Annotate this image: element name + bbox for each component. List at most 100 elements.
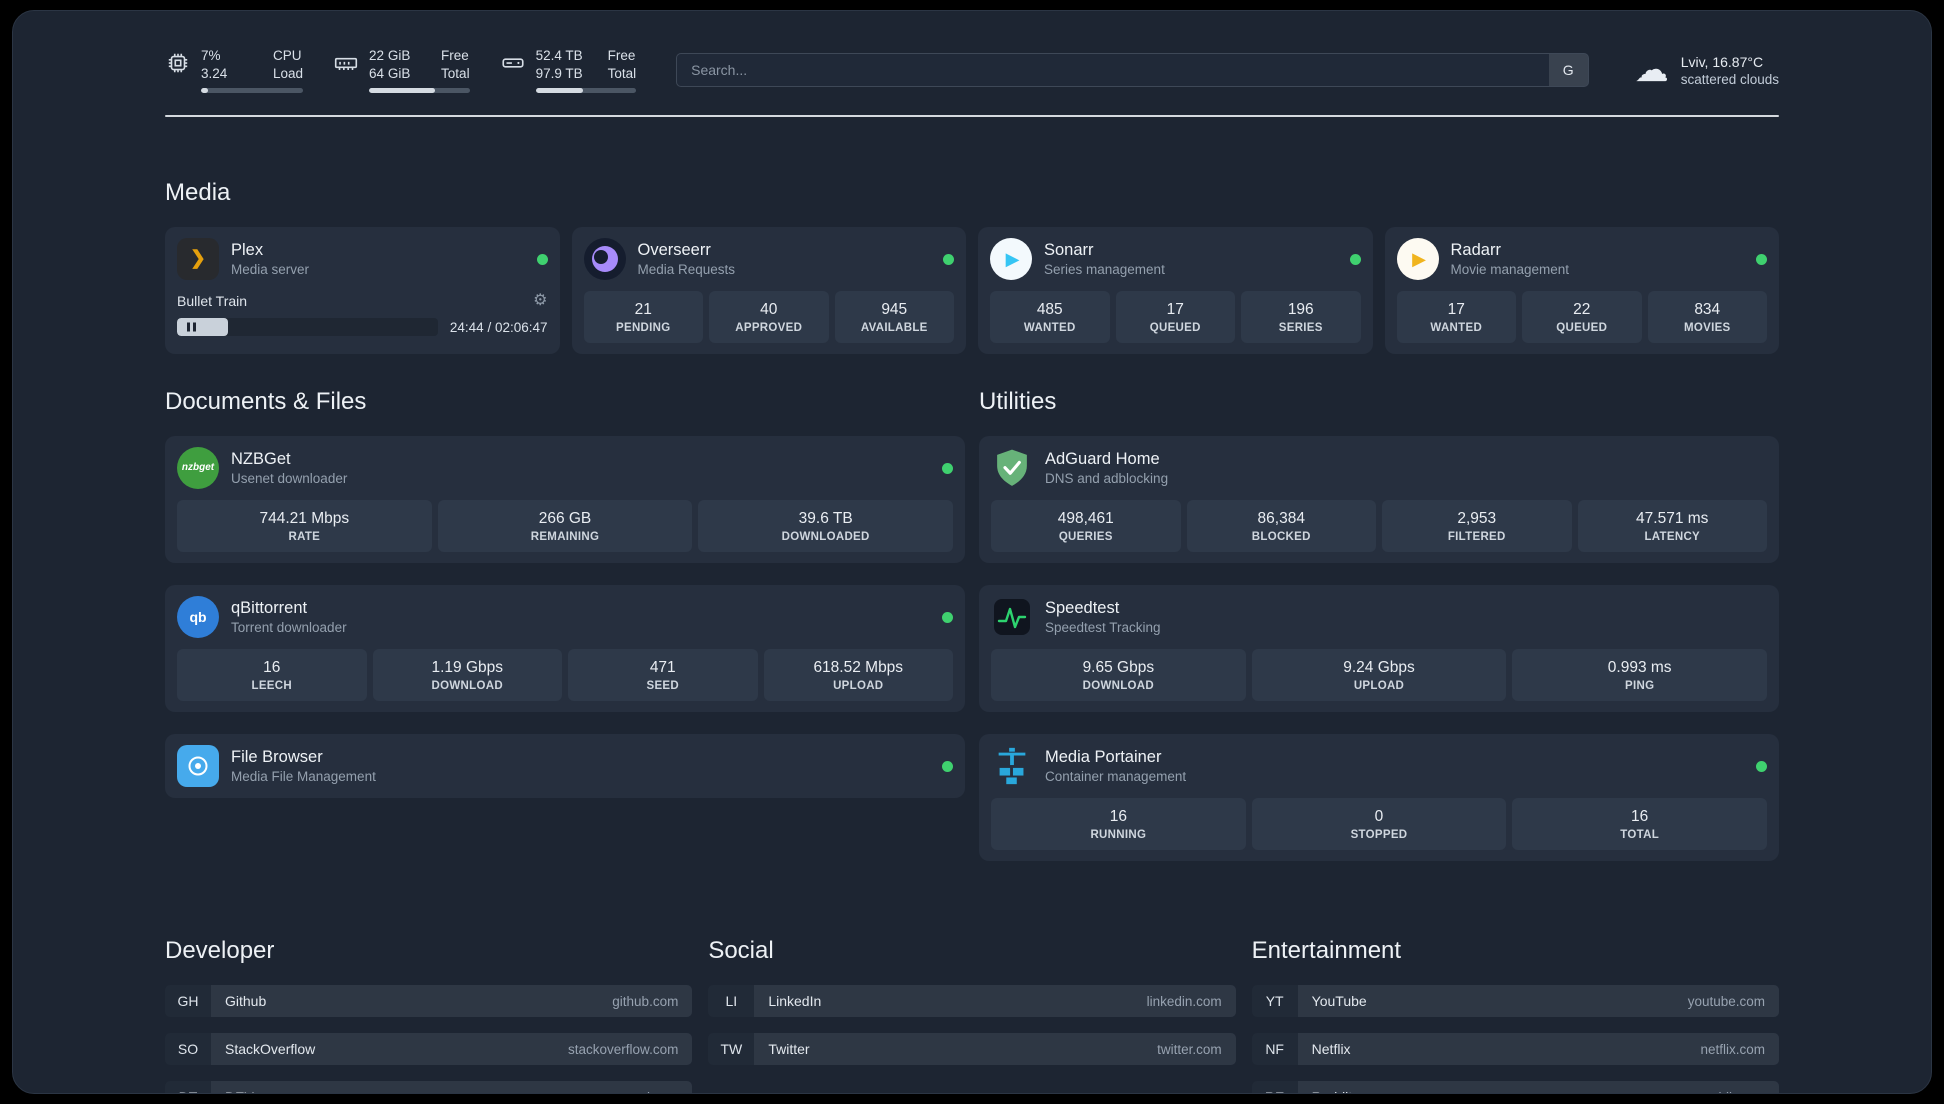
service-card-filebrowser[interactable]: File Browser Media File Management — [165, 734, 965, 799]
cpu-usage-bar — [201, 88, 304, 94]
playback-time: 24:44 / 02:06:47 — [449, 319, 548, 335]
stat-tile: 0 STOPPED — [1251, 798, 1507, 851]
service-title: qBittorrent — [231, 599, 308, 618]
stat-tile: 86,384 BLOCKED — [1186, 500, 1376, 553]
service-title: Radarr — [1450, 241, 1501, 260]
search-input[interactable] — [676, 53, 1549, 88]
memory-widget: 22 GiB Free 64 GiB Total — [333, 47, 470, 94]
cpu-load-label: Load — [273, 66, 304, 82]
nzbget-icon: nzbget — [177, 447, 219, 490]
bookmark-reddit[interactable]: RE Reddit reddit.com — [1251, 1081, 1779, 1093]
bookmark-url: youtube.com — [1687, 993, 1765, 1009]
service-card-radarr[interactable]: ▶ Radarr Movie management 17 WANTED 22 QUE… — [1384, 227, 1779, 355]
stat-tile: 471 SEED — [568, 649, 758, 702]
section-heading-social: Social — [708, 937, 774, 965]
stat-tile: 39.6 TB DOWNLOADED — [698, 500, 953, 553]
bookmark-github[interactable]: GH Github github.com — [165, 985, 693, 1018]
bookmark-name: DEV — [225, 1089, 254, 1093]
status-dot — [942, 760, 953, 772]
bookmark-url: netflix.com — [1700, 1041, 1765, 1057]
settings-icon[interactable]: ⚙ — [533, 293, 547, 309]
service-subtitle: Media server — [231, 262, 310, 278]
service-card-nzbget[interactable]: nzbget NZBGet Usenet downloader 744.21 M… — [165, 436, 965, 564]
radarr-icon: ▶ — [1396, 238, 1439, 281]
bookmark-twitter[interactable]: TW Twitter twitter.com — [708, 1033, 1236, 1066]
memory-free: 22 GiB — [369, 48, 411, 63]
cpu-icon — [165, 50, 191, 76]
service-title: File Browser — [231, 748, 323, 767]
memory-total: 64 GiB — [369, 66, 411, 82]
bookmark-stackoverflow[interactable]: SO StackOverflow stackoverflow.com — [165, 1033, 693, 1066]
status-dot — [942, 611, 953, 623]
disk-total: 97.9 TB — [535, 66, 583, 82]
service-card-sonarr[interactable]: ▶ Sonarr Series management 485 WANTED 17 Q… — [978, 227, 1373, 355]
bookmark-netflix[interactable]: NF Netflix netflix.com — [1251, 1033, 1779, 1066]
search-provider-button[interactable]: G — [1548, 53, 1589, 88]
stat-tile: 485 WANTED — [990, 291, 1110, 344]
stat-tile: 1.19 Gbps DOWNLOAD — [372, 649, 562, 702]
plex-icon: ❯ — [177, 238, 219, 281]
cpu-label: CPU — [273, 48, 302, 63]
weather-location-temp: Lviv, 16.87°C — [1680, 53, 1764, 70]
bookmark-abbr: SO — [165, 1033, 211, 1066]
service-title: Sonarr — [1044, 241, 1094, 260]
service-subtitle: Movie management — [1450, 262, 1570, 278]
topbar-divider — [165, 115, 1779, 118]
status-dot — [942, 462, 953, 474]
pause-icon[interactable] — [185, 322, 197, 332]
disk-icon — [500, 50, 526, 76]
section-heading-developer: Developer — [165, 937, 275, 965]
service-subtitle: Container management — [1045, 769, 1187, 785]
cloud-icon: ☁ — [1634, 51, 1669, 90]
speedtest-icon — [991, 596, 1033, 638]
status-dot — [1349, 253, 1361, 265]
stat-tile: 16 LEECH — [177, 649, 367, 702]
service-card-speedtest[interactable]: Speedtest Speedtest Tracking 9.65 Gbps DO… — [979, 585, 1779, 713]
service-card-plex[interactable]: ❯ Plex Media server Bullet Train ⚙ 24:44… — [165, 227, 560, 355]
service-card-overseerr[interactable]: Overseerr Media Requests 21 PENDING 40 APP… — [571, 227, 966, 355]
dashboard-window: 7% CPU 3.24 Load 22 GiB Free 64 GiB Total — [12, 10, 1932, 1094]
stat-tile: 47.571 ms LATENCY — [1577, 500, 1767, 553]
service-card-adguard[interactable]: AdGuard Home DNS and adblocking 498,461 Q… — [979, 436, 1779, 564]
bookmark-abbr: TW — [708, 1033, 755, 1066]
section-heading-entertainment: Entertainment — [1251, 937, 1402, 965]
playback-progress-bar[interactable] — [177, 318, 438, 337]
bookmark-youtube[interactable]: YT YouTube youtube.com — [1251, 985, 1779, 1018]
disk-total-label: Total — [607, 66, 637, 82]
bookmark-name: Twitter — [768, 1041, 810, 1058]
memory-icon — [333, 50, 359, 76]
service-card-portainer[interactable]: Media Portainer Container management 16 R… — [979, 734, 1779, 862]
service-subtitle: Torrent downloader — [231, 620, 347, 636]
stat-tile: 196 SERIES — [1241, 291, 1361, 344]
now-playing-title: Bullet Train — [177, 293, 248, 310]
bookmark-url: twitter.com — [1157, 1041, 1222, 1057]
bookmark-abbr: LI — [708, 985, 755, 1018]
service-title: NZBGet — [231, 450, 291, 469]
stat-tile: 17 QUEUED — [1115, 291, 1235, 344]
stat-tile: 945 AVAILABLE — [834, 291, 954, 344]
bookmark-name: YouTube — [1311, 993, 1367, 1010]
bookmark-name: LinkedIn — [768, 993, 822, 1010]
bookmark-dev[interactable]: DT DEV dev.to — [165, 1081, 693, 1093]
bookmark-linkedin[interactable]: LI LinkedIn linkedin.com — [708, 985, 1236, 1018]
service-subtitle: Media File Management — [231, 769, 376, 785]
service-title: Plex — [231, 241, 264, 260]
bookmark-name: Netflix — [1311, 1041, 1351, 1058]
status-dot — [1756, 253, 1767, 265]
weather-widget: ☁ Lviv, 16.87°C scattered clouds — [1635, 53, 1779, 87]
stat-tile: 9.24 Gbps UPLOAD — [1251, 649, 1507, 702]
service-subtitle: Media Requests — [637, 262, 736, 278]
memory-total-label: Total — [441, 66, 470, 82]
cpu-load: 3.24 — [201, 66, 228, 82]
service-title: Speedtest — [1045, 599, 1120, 618]
bookmark-url: linkedin.com — [1146, 993, 1222, 1009]
search-bar: G — [676, 53, 1589, 88]
stat-tile: 17 WANTED — [1396, 291, 1516, 344]
bookmark-abbr: DT — [165, 1081, 211, 1093]
bookmark-abbr: GH — [165, 985, 211, 1018]
bookmark-url: dev.to — [643, 1090, 679, 1093]
service-card-qbittorrent[interactable]: qb qBittorrent Torrent downloader 16 LEEC… — [165, 585, 965, 713]
stat-tile: 16 TOTAL — [1512, 798, 1767, 851]
disk-free: 52.4 TB — [535, 48, 583, 63]
bookmark-abbr: RE — [1251, 1081, 1298, 1093]
